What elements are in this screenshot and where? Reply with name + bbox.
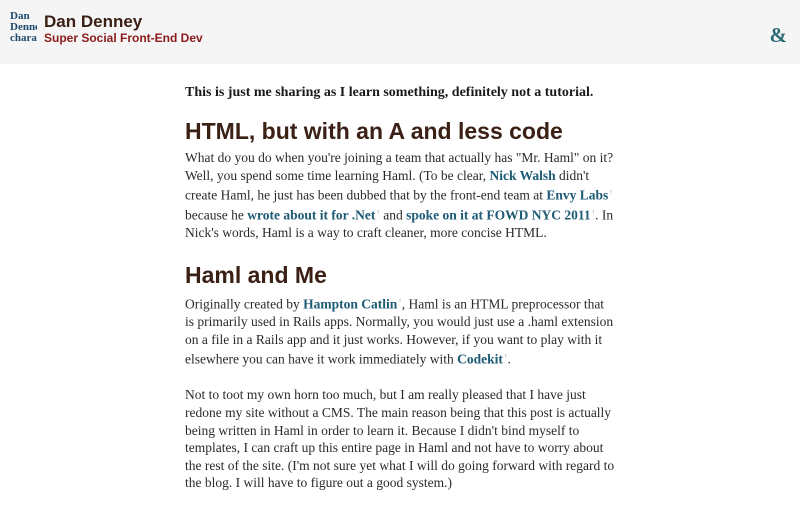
- external-link-icon: ↑: [609, 188, 613, 197]
- paragraph-hampton: Originally created by Hampton Catlin↑, H…: [185, 293, 615, 368]
- site-tagline: Super Social Front-End Dev: [44, 31, 203, 45]
- paragraph-own-horn: Not to toot my own horn too much, but I …: [185, 387, 615, 491]
- section-heading-html: HTML, but with an A and less code: [185, 118, 563, 144]
- text: .: [507, 351, 511, 367]
- link-wrote-about-net[interactable]: wrote about it for .Net: [247, 208, 375, 223]
- text: Originally created by: [185, 296, 304, 312]
- article-intro: This is just me sharing as I learn somet…: [185, 85, 594, 100]
- link-codekit[interactable]: Codekit: [457, 352, 503, 367]
- text: because he: [185, 207, 248, 223]
- link-hampton-catlin[interactable]: Hampton Catlin: [303, 296, 397, 311]
- site-header: Dan Denney character Dan Denney Super So…: [0, 0, 800, 64]
- menu-ampersand-button[interactable]: &: [770, 23, 788, 47]
- avatar[interactable]: Dan Denney character: [10, 11, 37, 53]
- link-envy-labs[interactable]: Envy Labs: [546, 188, 608, 203]
- link-nick-walsh[interactable]: Nick Walsh: [489, 168, 555, 183]
- article: This is just me sharing as I learn somet…: [185, 84, 615, 510]
- section-heading-haml-and-me: Haml and Me: [185, 261, 327, 288]
- link-spoke-fowd[interactable]: spoke on it at FOWD NYC 2011: [406, 208, 591, 223]
- site-title[interactable]: Dan Denney: [44, 12, 142, 32]
- text: and: [379, 207, 407, 223]
- paragraph-mr-haml: What do you do when you're joining a tea…: [185, 149, 615, 242]
